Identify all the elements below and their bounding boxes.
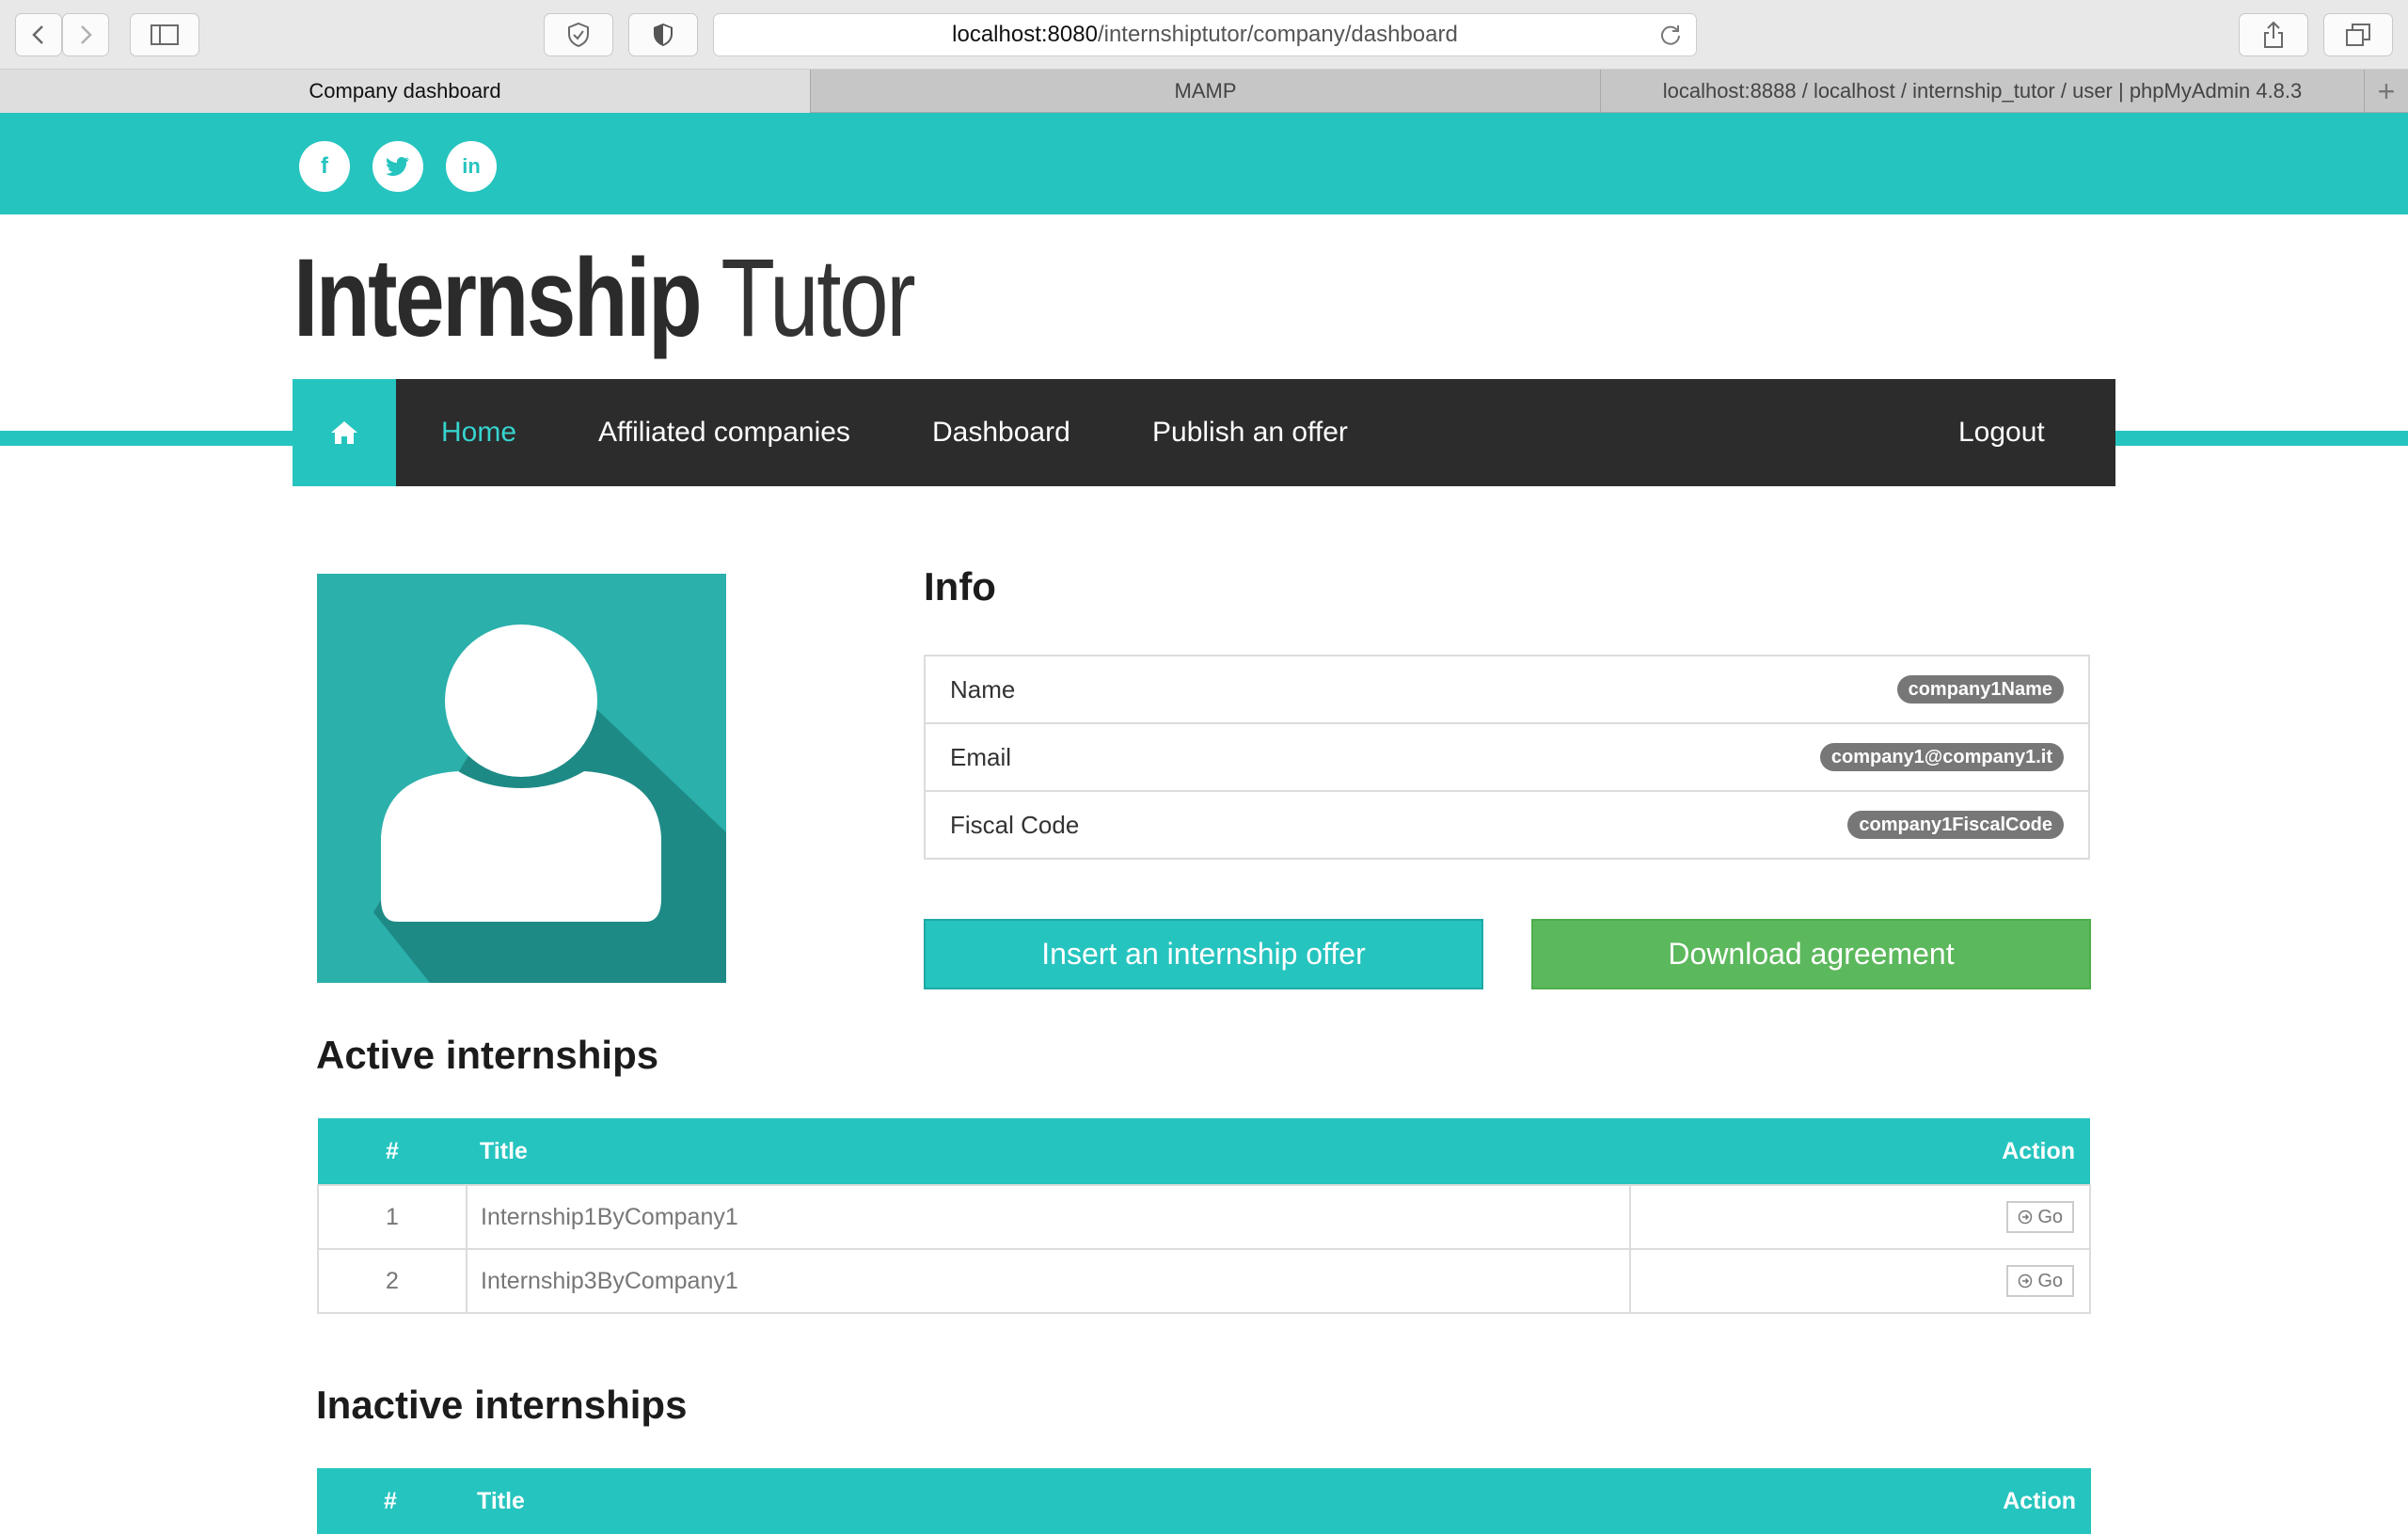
nav-item-affiliated-companies[interactable]: Affiliated companies — [598, 379, 850, 486]
browser-toolbar: localhost:8080/internshiptutor/company/d… — [0, 0, 2408, 70]
active-internships-table: # Title Action 1 Internship1ByCompany1 G… — [317, 1118, 2091, 1314]
active-internships-heading: Active internships — [316, 1033, 659, 1077]
back-button[interactable] — [15, 13, 62, 56]
inactive-internships-table: # Title Action — [317, 1468, 2091, 1534]
row-action-cell: Go — [1629, 1248, 2091, 1314]
nav-item-home[interactable]: Home — [441, 379, 516, 486]
table-header-row: # Title Action — [318, 1118, 2090, 1185]
twitter-icon[interactable] — [372, 141, 423, 192]
column-header-action: Action — [1633, 1468, 2091, 1534]
info-label: Name — [950, 674, 1016, 704]
insert-offer-button[interactable]: Insert an internship offer — [924, 919, 1483, 989]
tabs-icon — [2346, 24, 2370, 46]
chevron-right-icon — [81, 25, 92, 44]
logo-bold-text: Internship — [293, 236, 703, 360]
go-button[interactable]: Go — [2006, 1265, 2074, 1297]
nav-item-logout[interactable]: Logout — [1958, 379, 2045, 486]
download-agreement-button[interactable]: Download agreement — [1531, 919, 2091, 989]
info-badge-email: company1@company1.it — [1819, 743, 2064, 771]
sidebar-toggle-button[interactable] — [130, 13, 199, 56]
inactive-internships-heading: Inactive internships — [316, 1383, 688, 1427]
privacy-shield-button[interactable] — [544, 13, 613, 56]
avatar — [317, 574, 726, 983]
table-row: 1 Internship1ByCompany1 Go — [317, 1184, 2091, 1250]
info-label: Email — [950, 742, 1012, 771]
user-silhouette-icon — [373, 625, 726, 983]
tabs-overview-button[interactable] — [2323, 13, 2393, 56]
url-path: /internshiptutor/company/dashboard — [1097, 22, 1458, 47]
info-heading: Info — [924, 564, 996, 609]
facebook-icon[interactable]: f — [299, 141, 350, 192]
arrow-circle-icon — [2019, 1210, 2033, 1225]
nav-home-button[interactable] — [293, 379, 396, 486]
logo-light-text: Tutor — [721, 236, 915, 360]
info-row-name: Name company1Name — [926, 656, 2088, 724]
row-title: Internship3ByCompany1 — [466, 1248, 1631, 1314]
info-row-email: Email company1@company1.it — [926, 724, 2088, 792]
browser-tab-company-dashboard[interactable]: Company dashboard — [0, 70, 811, 113]
info-list: Name company1Name Email company1@company… — [924, 655, 2090, 860]
column-header-num: # — [317, 1468, 464, 1534]
browser-tab-mamp[interactable]: MAMP — [811, 70, 1601, 113]
info-label: Fiscal Code — [950, 810, 1080, 839]
new-tab-button[interactable]: + — [2365, 70, 2408, 113]
chevron-left-icon — [32, 25, 43, 44]
go-label: Go — [2037, 1206, 2063, 1227]
info-badge-name: company1Name — [1896, 675, 2064, 704]
linkedin-icon[interactable]: in — [446, 141, 497, 192]
info-row-fiscal-code: Fiscal Code company1FiscalCode — [926, 792, 2088, 858]
reload-icon[interactable] — [1658, 23, 1683, 47]
go-button[interactable]: Go — [2006, 1201, 2074, 1233]
browser-tab-phpmyadmin[interactable]: localhost:8888 / localhost / internship_… — [1601, 70, 2365, 113]
column-header-title: Title — [464, 1468, 1633, 1534]
browser-tab-strip: Company dashboard MAMP localhost:8888 / … — [0, 70, 2408, 113]
info-badge-fiscal-code: company1FiscalCode — [1847, 811, 2064, 839]
arrow-circle-icon — [2019, 1273, 2033, 1289]
nav-item-dashboard[interactable]: Dashboard — [932, 379, 1070, 486]
shield-check-icon — [568, 22, 589, 48]
row-title: Internship1ByCompany1 — [466, 1184, 1631, 1250]
forward-button[interactable] — [62, 13, 109, 56]
extension-button[interactable] — [628, 13, 698, 56]
nav-item-publish-offer[interactable]: Publish an offer — [1152, 379, 1348, 486]
url-bar[interactable]: localhost:8080/internshiptutor/company/d… — [713, 13, 1697, 56]
column-header-num: # — [318, 1118, 467, 1185]
share-icon — [2264, 21, 2283, 48]
table-header-row: # Title Action — [317, 1468, 2091, 1534]
go-label: Go — [2037, 1270, 2063, 1291]
table-row: 2 Internship3ByCompany1 Go — [317, 1248, 2091, 1314]
main-nav: Home Affiliated companies Dashboard Publ… — [293, 379, 2115, 486]
sidebar-icon — [150, 24, 179, 45]
site-logo[interactable]: Internship Tutor — [293, 236, 916, 360]
twitter-bird-icon — [386, 157, 409, 176]
home-icon — [331, 421, 357, 444]
social-top-bar: f in — [0, 113, 2408, 214]
row-num: 1 — [317, 1184, 467, 1250]
row-action-cell: Go — [1629, 1184, 2091, 1250]
shield-icon — [654, 24, 673, 46]
url-host: localhost:8080 — [952, 22, 1098, 47]
share-button[interactable] — [2239, 13, 2308, 56]
column-header-title: Title — [467, 1118, 1630, 1185]
column-header-action: Action — [1630, 1118, 2090, 1185]
row-num: 2 — [317, 1248, 467, 1314]
